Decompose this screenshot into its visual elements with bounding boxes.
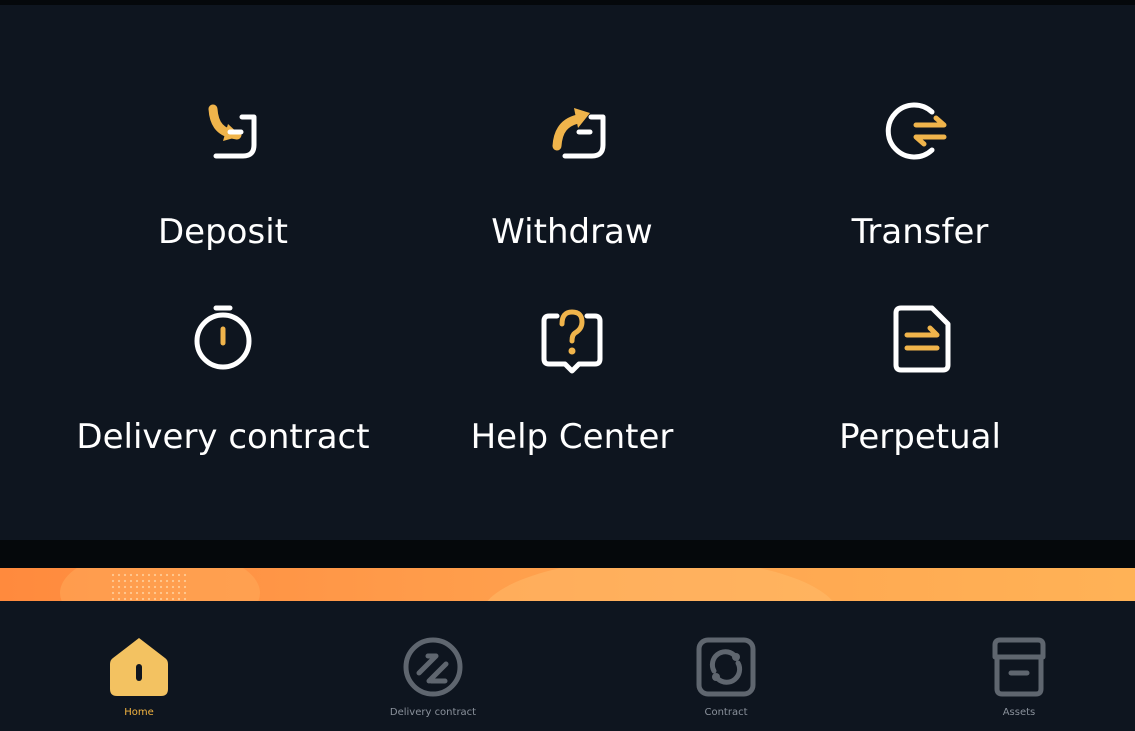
delivery-icon [401,635,465,699]
help-center-button[interactable]: Help Center [392,285,752,485]
tab-assets[interactable]: Assets [919,601,1119,731]
deposit-button[interactable]: Deposit [43,80,403,280]
banner-decoration [480,568,840,601]
tab-delivery-contract[interactable]: Delivery contract [333,601,533,731]
home-icon [107,635,171,699]
tab-delivery-contract-label: Delivery contract [389,707,477,718]
tab-assets-label: Assets [1002,707,1036,718]
section-gap [0,540,1135,568]
tab-contract[interactable]: Contract [626,601,826,731]
withdraw-button[interactable]: Withdraw [392,80,752,280]
tab-contract-label: Contract [704,707,748,718]
quick-actions-grid: Deposit Withdraw Transfer Delivery contr… [0,5,1135,540]
deposit-icon [183,90,263,170]
withdraw-label: Withdraw [491,212,653,252]
contract-icon [694,635,758,699]
transfer-button[interactable]: Transfer [740,80,1100,280]
document-swap-icon [880,295,960,375]
bottom-tab-bar: Home Delivery contract Contract Assets [0,601,1135,731]
quick-actions-panel: Deposit Withdraw Transfer Delivery contr… [0,5,1135,540]
perpetual-label: Perpetual [839,417,1001,457]
deposit-label: Deposit [158,212,288,252]
delivery-contract-label: Delivery contract [76,417,370,457]
assets-icon [987,635,1051,699]
withdraw-icon [532,90,612,170]
transfer-icon [880,90,960,170]
promo-banner[interactable] [0,568,1135,601]
tab-home-label: Home [124,707,154,718]
help-bubble-icon [532,295,612,375]
help-center-label: Help Center [470,417,674,457]
transfer-label: Transfer [851,212,989,252]
tab-home[interactable]: Home [39,601,239,731]
perpetual-button[interactable]: Perpetual [740,285,1100,485]
delivery-contract-button[interactable]: Delivery contract [43,285,403,485]
banner-dots [110,572,190,600]
stopwatch-icon [183,295,263,375]
